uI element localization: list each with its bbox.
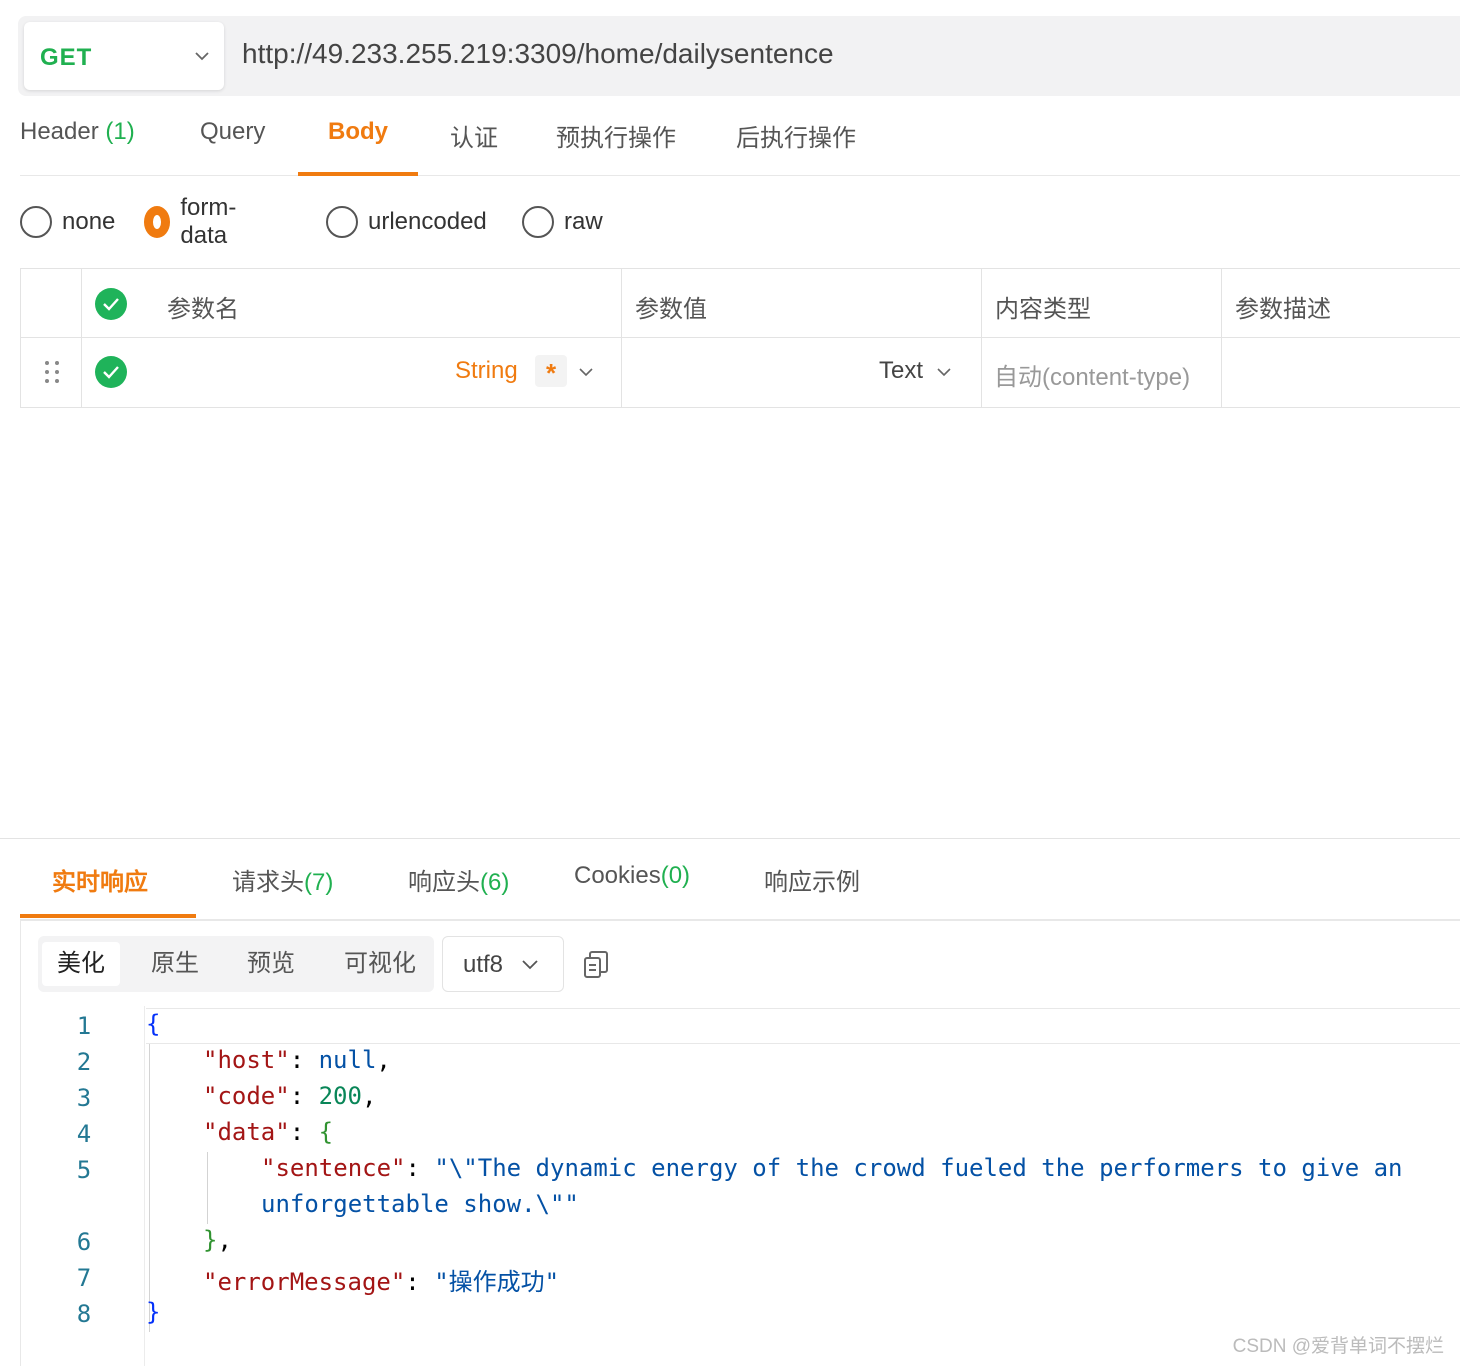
gutter-divider	[144, 1006, 145, 1366]
code-line: "errorMessage": "操作成功"	[203, 1268, 560, 1296]
request-tabs: Header (1) Query Body 认证 预执行操作 后执行操作	[20, 96, 1460, 176]
code-line: },	[203, 1226, 232, 1254]
response-tabs: 实时响应 请求头(7) 响应头(6) Cookies(0) 响应示例	[20, 840, 1460, 920]
indent-guide	[149, 1044, 150, 1332]
current-line-highlight	[146, 1008, 1460, 1044]
tab-pre-request[interactable]: 预执行操作	[556, 118, 676, 153]
radio-raw[interactable]: raw	[522, 204, 603, 240]
view-raw-button[interactable]: 原生	[134, 942, 216, 986]
line-number: 2	[76, 1048, 92, 1076]
code-line-wrapped: unforgettable show.\""	[261, 1190, 579, 1218]
tab-header[interactable]: Header (1)	[20, 118, 135, 146]
line-number: 3	[76, 1084, 92, 1112]
code-line: }	[146, 1298, 161, 1326]
indent-guide	[207, 1152, 208, 1224]
code-line: "data": {	[203, 1118, 334, 1146]
tab-body[interactable]: Body	[328, 118, 388, 146]
copy-icon[interactable]	[582, 950, 610, 980]
column-divider	[1221, 269, 1222, 407]
header-param-name: 参数名	[167, 296, 239, 323]
content-type-input[interactable]: 自动(content-type)	[994, 357, 1190, 392]
radio-label: urlencoded	[368, 208, 487, 235]
chevron-down-icon	[522, 960, 538, 970]
select-all-checkbox[interactable]	[95, 288, 127, 320]
watermark: CSDN @爱背单词不摆烂	[1232, 1336, 1444, 1357]
view-visualize-button[interactable]: 可视化	[330, 942, 430, 986]
radio-none[interactable]: none	[20, 204, 115, 240]
line-number: 5	[76, 1156, 92, 1184]
column-divider	[981, 269, 982, 407]
line-number: 4	[76, 1120, 92, 1148]
view-mode-group: 美化 原生 预览 可视化	[38, 936, 434, 992]
line-number: 8	[76, 1300, 92, 1328]
tab-cookies[interactable]: Cookies(0)	[574, 862, 690, 890]
chevron-down-icon[interactable]	[575, 361, 597, 383]
radio-circle-checked	[144, 206, 171, 238]
code-line: "host": null,	[203, 1046, 391, 1074]
encoding-value: utf8	[463, 951, 504, 978]
section-divider	[0, 838, 1460, 839]
active-tab-indicator	[298, 172, 418, 176]
view-beautify-button[interactable]: 美化	[42, 942, 120, 986]
check-icon	[103, 298, 119, 311]
radio-label: none	[62, 208, 116, 235]
value-type-select[interactable]: Text	[879, 357, 923, 385]
response-code-editor[interactable]: 1 2 3 4 5 6 7 8 { "host": null, "code": …	[20, 1006, 1460, 1366]
line-number: 6	[76, 1228, 92, 1256]
row-divider	[21, 337, 1460, 338]
check-icon	[103, 366, 119, 379]
chevron-down-icon	[195, 52, 209, 61]
radio-circle	[20, 206, 52, 238]
line-number: 1	[76, 1012, 92, 1040]
tab-post-request[interactable]: 后执行操作	[736, 118, 856, 153]
radio-circle	[326, 206, 358, 238]
active-tab-indicator	[20, 914, 196, 918]
param-type-select[interactable]: String	[455, 357, 518, 385]
radio-urlencoded[interactable]: urlencoded	[326, 204, 487, 240]
tab-request-headers[interactable]: 请求头(7)	[232, 862, 333, 897]
tab-response-headers[interactable]: 响应头(6)	[408, 862, 509, 897]
code-line: "code": 200,	[203, 1082, 377, 1110]
drag-handle-icon[interactable]	[43, 359, 61, 385]
url-bar: GET http://49.233.255.219:3309/home/dail…	[18, 16, 1460, 96]
radio-label: raw	[564, 208, 603, 235]
url-input[interactable]: http://49.233.255.219:3309/home/dailysen…	[242, 38, 834, 70]
required-toggle[interactable]: *	[535, 355, 567, 388]
method-label: GET	[40, 44, 93, 71]
line-number: 7	[76, 1264, 92, 1292]
column-divider	[621, 269, 622, 407]
radio-circle	[522, 206, 554, 238]
tab-live-response[interactable]: 实时响应	[52, 862, 148, 897]
column-divider	[81, 269, 82, 407]
header-param-value: 参数值	[635, 296, 707, 323]
radio-label: form-data	[180, 194, 237, 249]
row-checkbox[interactable]	[95, 356, 127, 388]
radio-form-data[interactable]: form-data	[144, 194, 242, 249]
tab-auth[interactable]: 认证	[450, 118, 498, 153]
encoding-select[interactable]: utf8	[442, 936, 564, 992]
tab-response-examples[interactable]: 响应示例	[764, 862, 860, 897]
params-table: 参数名 参数值 内容类型 参数描述 String * Text 自动(conte…	[20, 268, 1460, 408]
method-select[interactable]: GET	[24, 22, 224, 90]
view-preview-button[interactable]: 预览	[230, 942, 312, 986]
tab-query[interactable]: Query	[200, 118, 265, 146]
chevron-down-icon[interactable]	[933, 361, 955, 383]
code-line: "sentence": "\"The dynamic energy of the…	[261, 1154, 1403, 1182]
code-line: {	[146, 1010, 161, 1038]
header-param-description: 参数描述	[1235, 296, 1331, 323]
header-content-type: 内容类型	[995, 296, 1091, 323]
